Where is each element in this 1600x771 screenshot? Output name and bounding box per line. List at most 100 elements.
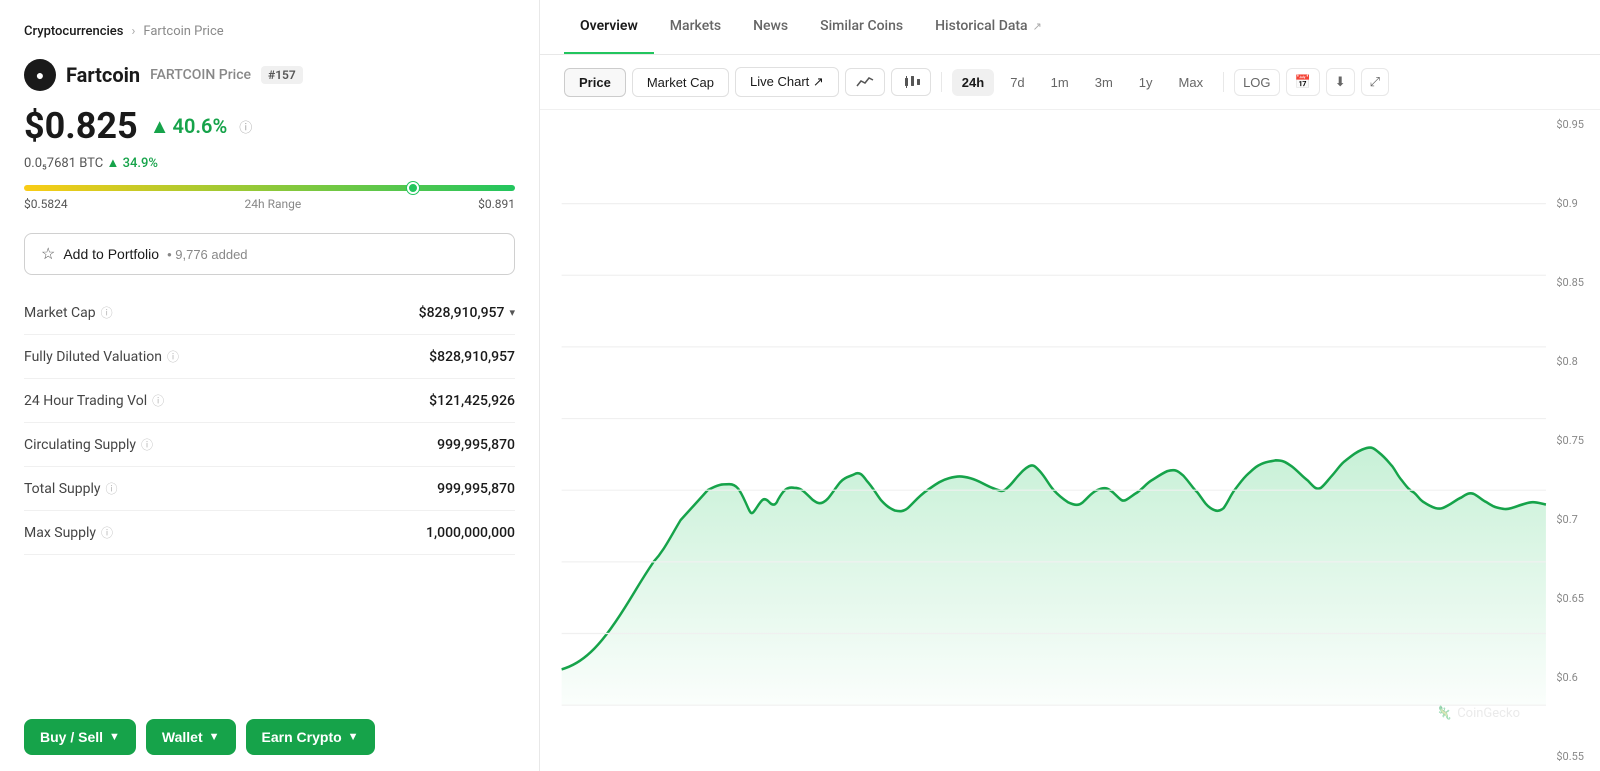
historical-data-ext-icon: ↗ <box>1033 20 1042 33</box>
wallet-arrow: ▼ <box>209 731 220 743</box>
watermark: 🦎 CoinGecko <box>1436 706 1520 721</box>
tab-overview[interactable]: Overview <box>564 0 654 54</box>
tab-markets-label: Markets <box>670 18 721 34</box>
coin-icon: ● <box>24 59 56 91</box>
range-low: $0.5824 <box>24 197 68 211</box>
chart-divider-2 <box>1223 72 1224 92</box>
bottom-action-bar: Buy / Sell ▼ Wallet ▼ Earn Crypto ▼ <box>24 703 515 771</box>
chart-period-1m[interactable]: 1m <box>1041 69 1079 96</box>
chart-download-button[interactable]: ⬇ <box>1326 68 1355 96</box>
price-change-arrow: ▲ <box>150 114 170 139</box>
price-change: ▲ 40.6% <box>150 114 228 139</box>
chart-line-icon-button[interactable] <box>845 68 885 96</box>
portfolio-label: Add to Portfolio <box>63 246 159 262</box>
stats-value-5: 1,000,000,000 <box>426 525 515 541</box>
coin-name: Fartcoin <box>66 63 140 87</box>
coin-header: ● Fartcoin FARTCOIN Price #157 <box>24 59 515 91</box>
breadcrumb-current: Fartcoin Price <box>143 24 223 39</box>
portfolio-button[interactable]: ☆ Add to Portfolio • 9,776 added <box>24 233 515 275</box>
tab-similar-coins[interactable]: Similar Coins <box>804 0 919 54</box>
tab-markets[interactable]: Markets <box>654 0 737 54</box>
wallet-label: Wallet <box>162 729 203 745</box>
chart-price-button[interactable]: Price <box>564 68 626 97</box>
tabs-row: Overview Markets News Similar Coins Hist… <box>540 0 1600 55</box>
chart-period-7d[interactable]: 7d <box>1000 69 1034 96</box>
tab-news-label: News <box>753 18 788 34</box>
y-label-6: $0.65 <box>1556 592 1584 605</box>
range-bar-container: $0.5824 24h Range $0.891 <box>24 185 515 211</box>
price-change-pct: 40.6% <box>173 114 228 138</box>
y-label-2: $0.85 <box>1556 276 1584 289</box>
chart-divider-1 <box>941 72 942 92</box>
stats-table: Market Capⓘ$828,910,957▾Fully Diluted Va… <box>24 291 515 555</box>
chart-live-chart-button[interactable]: Live Chart ↗ <box>735 67 839 97</box>
watermark-text: CoinGecko <box>1457 706 1520 721</box>
stats-dropdown-arrow[interactable]: ▾ <box>509 306 515 319</box>
price-value: $0.825 <box>24 105 138 147</box>
wallet-button[interactable]: Wallet ▼ <box>146 719 236 755</box>
stats-row: Total Supplyⓘ 999,995,870 <box>24 467 515 511</box>
chart-period-24h[interactable]: 24h <box>952 69 994 96</box>
stats-row: Max Supplyⓘ 1,000,000,000 <box>24 511 515 555</box>
stats-value-1: $828,910,957 <box>429 349 515 365</box>
chart-controls: Price Market Cap Live Chart ↗ 24h 7d <box>540 55 1600 110</box>
tab-similar-coins-label: Similar Coins <box>820 18 903 34</box>
tab-historical-data-label: Historical Data <box>935 18 1027 34</box>
left-panel: Cryptocurrencies › Fartcoin Price ● Fart… <box>0 0 540 771</box>
chart-calendar-button[interactable]: 📅 <box>1286 68 1320 96</box>
earn-crypto-button[interactable]: Earn Crypto ▼ <box>246 719 375 755</box>
stats-value-3: 999,995,870 <box>437 437 515 453</box>
buy-sell-button[interactable]: Buy / Sell ▼ <box>24 719 136 755</box>
stats-row: Fully Diluted Valuationⓘ $828,910,957 <box>24 335 515 379</box>
chart-period-3m[interactable]: 3m <box>1085 69 1123 96</box>
stats-label-4: Total Supplyⓘ <box>24 480 118 497</box>
breadcrumb-home[interactable]: Cryptocurrencies <box>24 24 123 39</box>
y-label-0: $0.95 <box>1556 118 1584 131</box>
chart-expand-button[interactable]: ⤢ <box>1361 68 1389 96</box>
stats-value-4: 999,995,870 <box>437 481 515 497</box>
y-label-1: $0.9 <box>1556 197 1584 210</box>
stats-row: 24 Hour Trading Volⓘ$121,425,926 <box>24 379 515 423</box>
earn-crypto-arrow: ▼ <box>348 731 359 743</box>
buy-sell-arrow: ▼ <box>109 731 120 743</box>
range-label: 24h Range <box>245 197 302 211</box>
stats-label-0: Market Capⓘ <box>24 304 113 321</box>
earn-crypto-label: Earn Crypto <box>262 729 342 745</box>
portfolio-star-icon: ☆ <box>41 244 55 264</box>
stats-value-0: $828,910,957▾ <box>419 305 515 321</box>
coin-symbol: FARTCOIN Price <box>150 67 251 83</box>
range-labels: $0.5824 24h Range $0.891 <box>24 197 515 211</box>
portfolio-count: • 9,776 added <box>167 247 247 262</box>
chart-period-max[interactable]: Max <box>1169 69 1214 96</box>
y-label-5: $0.7 <box>1556 513 1584 526</box>
stats-row: Market Capⓘ $828,910,957▾ <box>24 291 515 335</box>
tab-news[interactable]: News <box>737 0 804 54</box>
price-chart <box>540 120 1600 741</box>
stats-label-5: Max Supplyⓘ <box>24 524 113 541</box>
price-info-icon[interactable]: ⓘ <box>239 117 252 136</box>
range-bar <box>24 185 515 191</box>
price-row: $0.825 ▲ 40.6% ⓘ <box>24 105 515 147</box>
tab-historical-data[interactable]: Historical Data ↗ <box>919 0 1058 54</box>
y-axis-labels: $0.95 $0.9 $0.85 $0.8 $0.75 $0.7 $0.65 $… <box>1556 110 1584 771</box>
chart-area: $0.95 $0.9 $0.85 $0.8 $0.75 $0.7 $0.65 $… <box>540 110 1600 771</box>
stats-value-2: $121,425,926 <box>429 393 515 409</box>
coin-rank: #157 <box>261 66 303 84</box>
stats-label-1: Fully Diluted Valuationⓘ <box>24 348 179 365</box>
y-label-8: $0.55 <box>1556 750 1584 763</box>
chart-log-button[interactable]: LOG <box>1234 69 1279 96</box>
breadcrumb-separator: › <box>131 24 135 39</box>
buy-sell-label: Buy / Sell <box>40 729 103 745</box>
breadcrumb: Cryptocurrencies › Fartcoin Price <box>24 24 515 39</box>
btc-change-arrow: ▲ <box>103 156 122 171</box>
range-indicator <box>407 182 419 194</box>
chart-market-cap-button[interactable]: Market Cap <box>632 68 729 97</box>
stats-row: Circulating Supplyⓘ 999,995,870 <box>24 423 515 467</box>
chart-candle-icon-button[interactable] <box>891 68 931 96</box>
tab-overview-label: Overview <box>580 18 638 34</box>
chart-period-1y[interactable]: 1y <box>1129 69 1163 96</box>
btc-price-row: 0.0₅7681 BTC ▲ 34.9% <box>24 155 515 171</box>
btc-change-pct: 34.9% <box>123 156 158 171</box>
stats-label-3: Circulating Supplyⓘ <box>24 436 153 453</box>
y-label-3: $0.8 <box>1556 355 1584 368</box>
